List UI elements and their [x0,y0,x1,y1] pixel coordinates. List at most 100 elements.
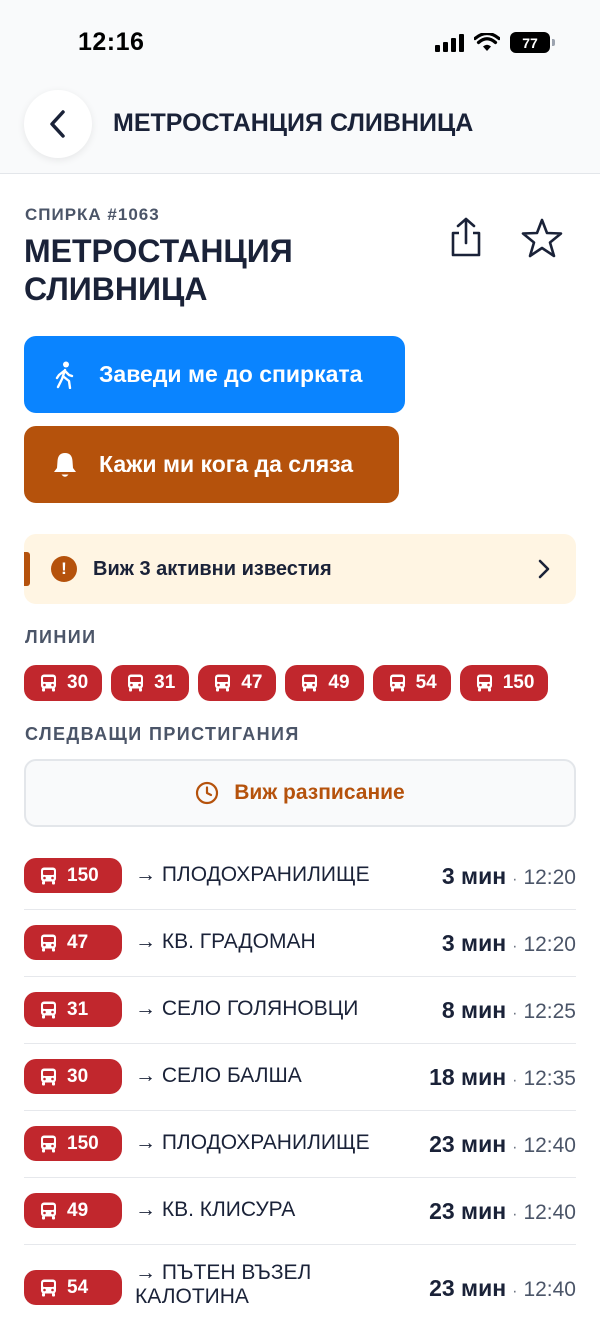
tell-me-when-to-get-off-button[interactable]: Кажи ми кога да сляза [24,426,399,503]
eta-clock: 12:35 [523,1067,576,1090]
destination: → ПЛОДОХРАНИЛИЩЕ [135,1131,370,1154]
line-chip: 47 [24,925,122,960]
destination: → ПЪТЕН ВЪЗЕЛ КАЛОТИНА [135,1261,312,1308]
arrival-row[interactable]: 30 → СЕЛО БАЛША 18 мин · 12:35 [24,1044,576,1111]
share-button[interactable] [446,216,486,260]
status-time: 12:16 [78,28,145,56]
eta-minutes: 3 мин [441,930,507,956]
bus-icon [41,1202,56,1219]
line-number: 54 [415,672,437,693]
bus-icon [41,1135,56,1152]
stop-code: СПИРКА #1063 [25,205,160,224]
line-number: 49 [67,1199,89,1221]
arrival-row[interactable]: 150 → ПЛОДОХРАНИЛИЩЕ 23 мин · 12:40 [24,1111,576,1178]
destination: → СЕЛО БАЛША [135,1064,302,1087]
eta-clock: 12:20 [523,866,576,889]
arrival-time: 18 мин · 12:35 [429,1064,576,1090]
bus-icon [389,674,405,692]
favorite-button[interactable] [519,216,565,260]
destination: → ПЛОДОХРАНИЛИЩЕ [135,863,370,886]
line-number: 31 [154,672,176,693]
line-number: 47 [67,931,89,953]
line-chip: 31 [24,992,122,1027]
stop-name: МЕТРОСТАНЦИЯ СЛИВНИЦА [24,233,293,307]
bell-icon [51,451,79,479]
share-icon [451,217,481,257]
line-chip-54[interactable]: 54 [372,665,451,701]
line-number: 30 [67,1065,89,1087]
line-chip: 49 [24,1193,122,1228]
alerts-accent-bar [24,552,30,586]
chevron-right-icon [538,559,550,579]
arrival-row[interactable]: 31 → СЕЛО ГОЛЯНОВЦИ 8 мин · 12:25 [24,977,576,1044]
line-chip-150[interactable]: 150 [459,665,549,701]
arrival-time: 8 мин · 12:25 [441,997,576,1023]
bus-icon [41,674,56,692]
bus-icon [41,934,56,951]
eta-minutes: 23 мин [429,1198,507,1224]
arrival-time: 23 мин · 12:40 [429,1198,576,1224]
arrival-time: 23 мин · 12:40 [429,1131,576,1157]
eta-clock: 12:40 [523,1278,576,1301]
eta-minutes: 8 мин [441,997,507,1023]
lines-section-label: ЛИНИИ [25,627,97,647]
arrival-row[interactable]: 49 → КВ. КЛИСУРА 23 мин · 12:40 [24,1178,576,1245]
line-number: 54 [67,1276,89,1298]
line-number: 31 [67,998,89,1020]
line-chip-49[interactable]: 49 [285,665,364,701]
arrival-time: 23 мин · 12:40 [429,1275,576,1301]
bus-icon [41,1068,56,1085]
header-title: МЕТРОСТАНЦИЯ СЛИВНИЦА [113,109,474,137]
arrivals-list: 150 → ПЛОДОХРАНИЛИЩЕ 3 мин · 12:20 47 → КВ… [24,843,576,1323]
clock-icon [196,781,219,805]
line-number: 49 [328,672,350,693]
eta-clock: 12:40 [523,1134,576,1157]
line-number: 47 [241,672,263,693]
eta-clock: 12:25 [523,1000,576,1023]
line-number: 150 [67,864,99,886]
destination: → СЕЛО ГОЛЯНОВЦИ [135,997,359,1020]
navigate-to-stop-button[interactable]: Заведи ме до спирката [24,336,405,413]
eta-minutes: 3 мин [441,863,507,889]
line-number: 150 [502,672,535,693]
battery-icon: 77 [510,32,555,53]
arrival-row[interactable]: 47 → КВ. ГРАДОМАН 3 мин · 12:20 [24,910,576,977]
bus-icon [476,674,492,692]
arrivals-section-label: СЛЕДВАЩИ ПРИСТИГАНИЯ [25,724,300,744]
arrival-row[interactable]: 54 → ПЪТЕН ВЪЗЕЛ КАЛОТИНА 23 мин · 12:40 [24,1245,576,1323]
line-number: 150 [67,1132,99,1154]
line-chip-47[interactable]: 47 [198,665,277,701]
arrival-time: 3 мин · 12:20 [441,930,576,956]
header: МЕТРОСТАНЦИЯ СЛИВНИЦА [0,90,600,174]
eta-clock: 12:20 [523,933,576,956]
line-number: 30 [67,672,89,693]
chevron-left-icon [50,110,65,138]
wifi-icon [474,32,500,51]
alerts-label: Виж 3 активни известия [93,557,332,580]
alert-label: Кажи ми кога да сляза [99,451,354,477]
view-schedule-button[interactable]: Виж разписание [24,759,576,827]
bus-icon [41,1279,56,1296]
arrival-row[interactable]: 150 → ПЛОДОХРАНИЛИЩЕ 3 мин · 12:20 [24,843,576,910]
star-icon [521,218,563,258]
line-chip-31[interactable]: 31 [111,665,190,701]
line-chip: 54 [24,1270,122,1305]
walking-person-icon [51,361,79,389]
exclamation-icon: ! [51,556,77,582]
arrival-time: 3 мин · 12:20 [441,863,576,889]
bus-icon [215,674,231,692]
schedule-label: Виж разписание [234,781,405,804]
status-icons: 77 [435,32,555,53]
eta-minutes: 18 мин [429,1064,507,1090]
bus-icon [41,1001,56,1018]
status-bar: 12:16 77 [0,0,600,90]
line-chip-30[interactable]: 30 [24,665,103,701]
destination: → КВ. ГРАДОМАН [135,930,316,953]
bus-icon [41,867,56,884]
battery-level: 77 [522,34,538,51]
eta-minutes: 23 мин [429,1131,507,1157]
eta-clock: 12:40 [523,1201,576,1224]
active-alerts-banner[interactable]: ! Виж 3 активни известия [24,534,576,604]
eta-minutes: 23 мин [429,1275,507,1301]
back-button[interactable] [24,90,92,158]
